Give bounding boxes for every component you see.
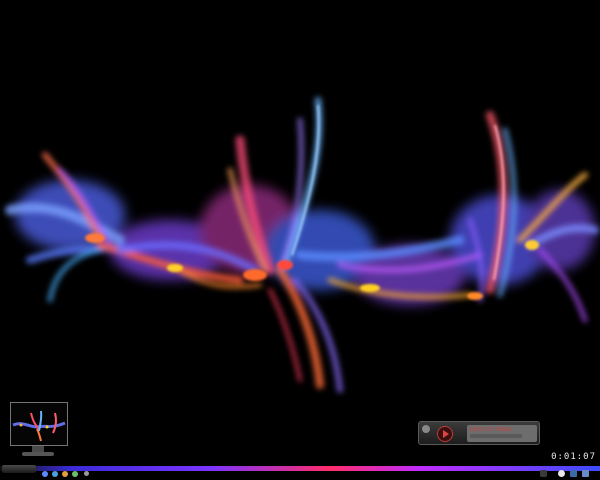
start-button-icon[interactable] bbox=[2, 465, 36, 473]
desktop[interactable]: Lyrics in Vista 0:01:07 bbox=[0, 0, 600, 480]
info-icon[interactable] bbox=[540, 470, 547, 477]
media-menu-icon[interactable] bbox=[422, 425, 430, 433]
media-player-widget[interactable]: Lyrics in Vista bbox=[418, 421, 540, 445]
monitor-preview-icon bbox=[10, 402, 68, 446]
quick-launch-icon-3[interactable] bbox=[62, 471, 68, 477]
quick-launch-icon-2[interactable] bbox=[52, 471, 58, 477]
play-icon[interactable] bbox=[437, 426, 453, 442]
chat-icon[interactable] bbox=[558, 470, 565, 477]
quick-launch-icon-4[interactable] bbox=[72, 471, 78, 477]
track-title: Lyrics in Vista bbox=[470, 426, 511, 433]
media-track-info: Lyrics in Vista bbox=[467, 425, 537, 442]
monitor-preview-widget[interactable] bbox=[8, 400, 70, 462]
speaker-icon[interactable] bbox=[582, 470, 589, 477]
track-progress-bar bbox=[470, 434, 522, 438]
quick-launch-icon-5[interactable] bbox=[84, 471, 89, 476]
quick-launch-icon-1[interactable] bbox=[42, 471, 48, 477]
wallpaper-abstract-light-streaks bbox=[5, 97, 599, 393]
monitor-thumbnail bbox=[12, 410, 66, 442]
network-icon[interactable] bbox=[570, 470, 577, 477]
desktop-clock: 0:01:07 bbox=[551, 452, 596, 462]
taskbar-color-stripe bbox=[0, 466, 600, 471]
taskbar bbox=[0, 462, 600, 480]
monitor-base bbox=[22, 452, 54, 456]
